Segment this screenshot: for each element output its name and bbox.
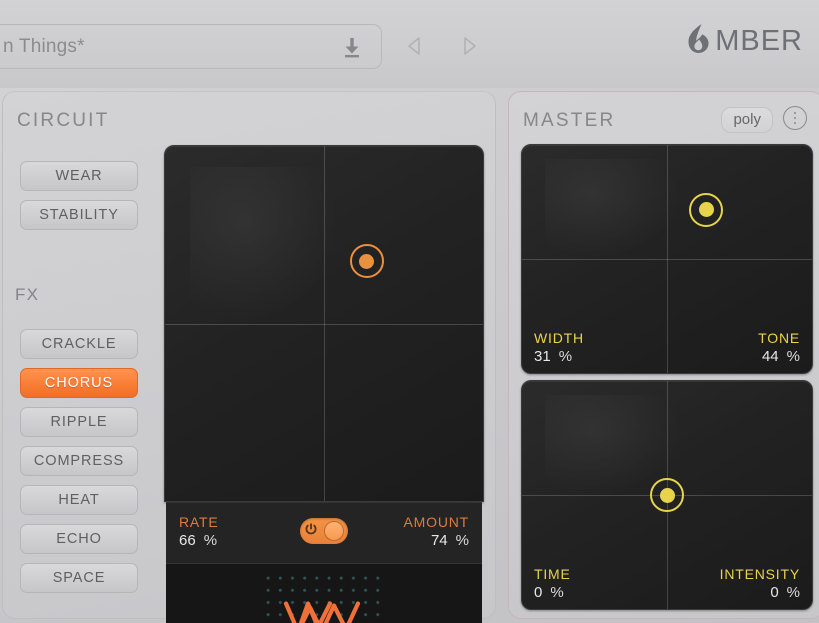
intensity-readout[interactable]: INTENSITY 0% <box>720 566 800 601</box>
fx-power-toggle[interactable] <box>300 518 348 544</box>
circuit-panel: CIRCUIT WEAR STABILITY FX CRACKLE CHORUS… <box>2 91 496 623</box>
width-readout[interactable]: WIDTH 31% <box>534 330 584 365</box>
pad-crosshair-horizontal <box>522 259 812 260</box>
amount-label: AMOUNT <box>403 514 469 530</box>
fx-button-ripple[interactable]: RIPPLE <box>20 407 138 437</box>
button-wear[interactable]: WEAR <box>20 161 138 191</box>
fx-button-crackle[interactable]: CRACKLE <box>20 329 138 359</box>
preset-name-field[interactable]: n Things* <box>0 24 382 69</box>
puck-ring <box>349 244 384 279</box>
fx-xy-pad[interactable] <box>164 145 484 502</box>
rate-readout[interactable]: RATE 66% <box>179 514 219 549</box>
voice-mode-badge[interactable]: poly <box>721 107 773 133</box>
kebab-dot <box>793 111 797 115</box>
rate-label: RATE <box>179 514 219 530</box>
puck-ring <box>689 192 724 227</box>
fx-section-label: FX <box>15 285 40 304</box>
width-label: WIDTH <box>534 330 584 346</box>
master-pad-2-puck[interactable] <box>650 478 684 512</box>
prev-preset-button[interactable] <box>402 33 428 59</box>
fx-button-compress[interactable]: COMPRESS <box>20 446 138 476</box>
rate-value: 66% <box>179 532 218 549</box>
chorus-wave-icon <box>278 594 370 623</box>
master-panel-title: MASTER <box>523 110 616 131</box>
time-readout[interactable]: TIME 0% <box>534 566 571 601</box>
tone-readout[interactable]: TONE 44% <box>758 330 800 365</box>
intensity-label: INTENSITY <box>719 566 800 582</box>
pad-glare <box>545 158 685 262</box>
flame-icon <box>683 22 713 61</box>
tone-value: 44% <box>761 348 800 365</box>
fx-pad-puck[interactable] <box>349 244 384 279</box>
toggle-knob <box>324 521 344 541</box>
master-pad-1-puck[interactable] <box>689 192 724 227</box>
brand-text: MBER <box>715 25 803 57</box>
pad-crosshair-horizontal <box>165 323 483 325</box>
intensity-value: 0% <box>770 584 800 601</box>
time-value: 0% <box>534 584 564 601</box>
fx-button-space[interactable]: SPACE <box>20 563 138 593</box>
preset-name-text: n Things* <box>3 35 85 57</box>
kebab-dot <box>793 116 797 120</box>
fx-visualizer <box>166 564 482 623</box>
kebab-menu-icon[interactable] <box>783 106 807 130</box>
master-xy-pad-1[interactable]: WIDTH 31% TONE 44% <box>521 144 813 374</box>
fx-button-heat[interactable]: HEAT <box>20 485 138 515</box>
pad-glare <box>190 167 344 328</box>
master-xy-pad-2[interactable]: TIME 0% INTENSITY 0% <box>521 380 813 610</box>
app-logo: MBER <box>683 22 803 61</box>
tone-label: TONE <box>758 330 800 346</box>
header-bar: n Things* MBER <box>0 0 819 88</box>
fx-button-echo[interactable]: ECHO <box>20 524 138 554</box>
amount-value: 74% <box>430 532 469 549</box>
width-value: 31% <box>534 348 573 365</box>
next-preset-button[interactable] <box>456 33 482 59</box>
kebab-dot <box>793 121 797 125</box>
plugin-window: n Things* MBER CIRCUIT WEAR STABILITY FX… <box>0 0 819 623</box>
power-icon <box>304 522 318 541</box>
fx-parameter-strip: RATE 66% AMOUNT 74% <box>166 502 482 564</box>
download-icon[interactable] <box>341 35 363 59</box>
puck-ring <box>650 478 684 512</box>
time-label: TIME <box>534 566 571 582</box>
master-panel: MASTER poly WIDTH 31% TONE 44 % TIME 0 %… <box>508 91 819 619</box>
button-stability[interactable]: STABILITY <box>20 200 138 230</box>
master-pad-2-readout: TIME 0% INTENSITY 0% <box>534 566 800 601</box>
circuit-panel-title: CIRCUIT <box>17 110 110 131</box>
fx-button-chorus[interactable]: CHORUS <box>20 368 138 398</box>
amount-readout[interactable]: AMOUNT 74% <box>404 514 469 549</box>
master-pad-1-readout: WIDTH 31% TONE 44% <box>534 330 800 365</box>
